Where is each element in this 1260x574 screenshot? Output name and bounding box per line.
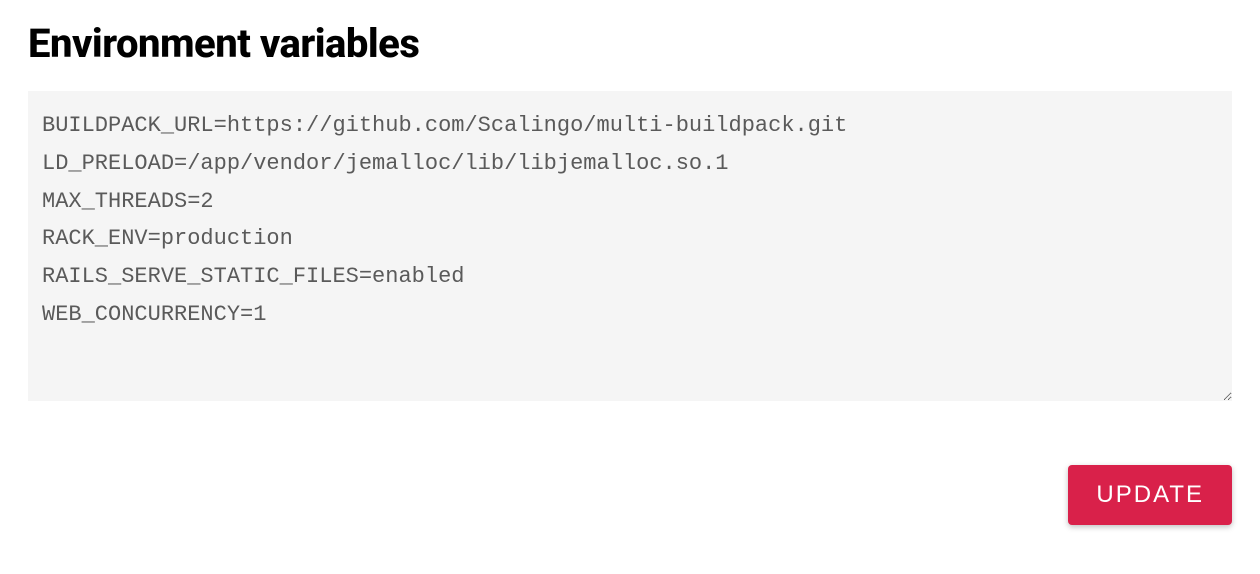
env-vars-textarea[interactable] <box>28 91 1232 401</box>
page-title: Environment variables <box>28 20 1232 67</box>
update-button[interactable]: UPDATE <box>1068 465 1232 525</box>
action-row: UPDATE <box>28 465 1232 525</box>
